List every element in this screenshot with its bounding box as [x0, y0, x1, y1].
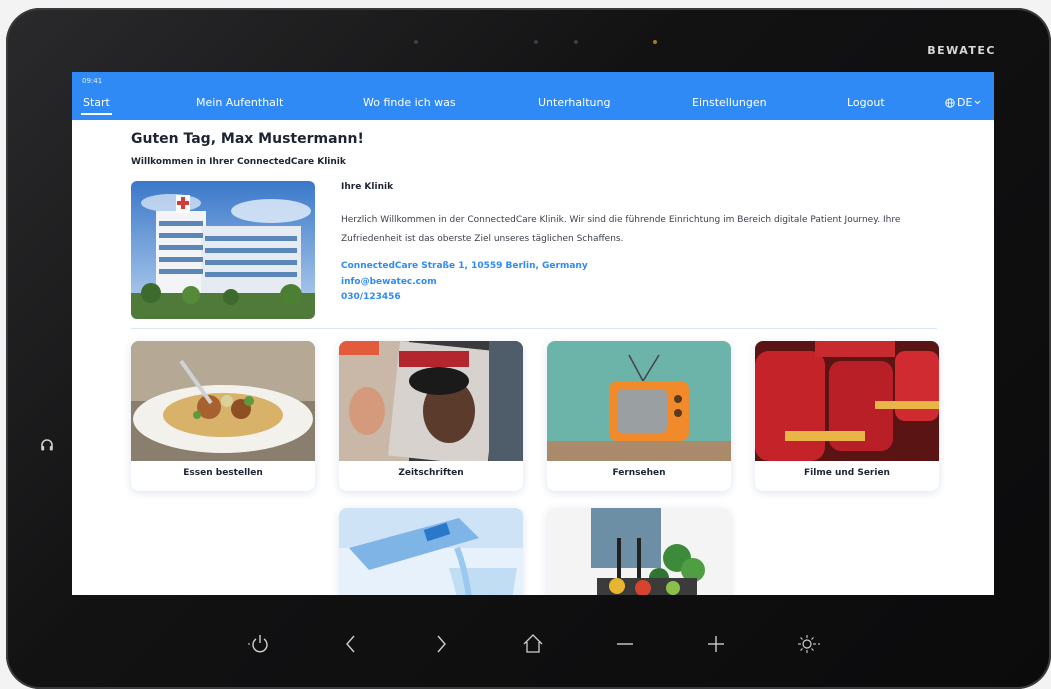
language-selector[interactable]: DE: [945, 96, 981, 109]
status-time: 09:41: [82, 77, 103, 85]
brightness-button[interactable]: [795, 631, 821, 657]
volume-down-icon: [617, 643, 633, 645]
top-navigation: 09:41 Start Mein Aufenthalt Wo finde ich…: [72, 72, 994, 120]
nav-logout[interactable]: Logout: [847, 96, 885, 109]
tile-essen-bestellen[interactable]: Essen bestellen: [131, 341, 315, 491]
back-icon: [346, 635, 355, 653]
brand-logo: BEWATEC: [927, 44, 996, 57]
chevron-down-icon: [975, 100, 981, 105]
nav-unterhaltung[interactable]: Unterhaltung: [538, 96, 610, 109]
sensor-dot: [534, 40, 538, 44]
tablet-screen: 09:41 Start Mein Aufenthalt Wo finde ich…: [72, 72, 994, 595]
sensor-dot: [414, 40, 418, 44]
forward-button[interactable]: [428, 631, 454, 657]
tile-shopping[interactable]: [547, 508, 731, 595]
section-divider: [131, 328, 937, 329]
nav-start[interactable]: Start: [81, 96, 112, 115]
power-icon: [248, 635, 268, 653]
home-icon: [523, 634, 543, 653]
nav-einstellungen[interactable]: Einstellungen: [692, 96, 767, 109]
cinema-image: [755, 341, 939, 461]
clinic-phone-link[interactable]: 030/123456: [341, 292, 401, 302]
language-label: DE: [957, 96, 973, 109]
tile-label: Filme und Serien: [804, 468, 890, 478]
clinic-email-link[interactable]: info@bewatec.com: [341, 277, 437, 287]
tile-drinks[interactable]: [339, 508, 523, 595]
water-image: [339, 508, 523, 595]
clinic-title: Ihre Klinik: [341, 182, 394, 192]
food-image: [131, 341, 315, 461]
tv-image: [547, 341, 731, 461]
camera-dot: [574, 40, 578, 44]
welcome-subtitle: Willkommen in Ihrer ConnectedCare Klinik: [131, 157, 346, 167]
volume-down-button[interactable]: [612, 631, 638, 657]
tile-label: Fernsehen: [612, 468, 666, 478]
tile-label: Zeitschriften: [398, 468, 464, 478]
forward-icon: [437, 635, 446, 653]
clinic-description: Herzlich Willkommen in der ConnectedCare…: [341, 215, 901, 244]
brightness-icon: [798, 635, 820, 653]
power-button[interactable]: [246, 631, 272, 657]
home-button[interactable]: [520, 631, 546, 657]
tile-label: Essen bestellen: [183, 468, 263, 478]
indicator-light: [653, 40, 657, 44]
tile-fernsehen[interactable]: Fernsehen: [547, 341, 731, 491]
page-title: Guten Tag, Max Mustermann!: [131, 131, 364, 147]
volume-up-button[interactable]: [703, 631, 729, 657]
globe-icon: [945, 97, 955, 108]
main-content: Guten Tag, Max Mustermann! Willkommen in…: [72, 120, 994, 595]
tile-zeitschriften[interactable]: Zeitschriften: [339, 341, 523, 491]
nav-mein-aufenthalt[interactable]: Mein Aufenthalt: [196, 96, 283, 109]
back-button[interactable]: [338, 631, 364, 657]
magazines-image: [339, 341, 523, 466]
nav-wo-finde-ich-was[interactable]: Wo finde ich was: [363, 96, 456, 109]
clinic-address-link[interactable]: ConnectedCare Straße 1, 10559 Berlin, Ge…: [341, 261, 588, 271]
clinic-photo: [131, 181, 315, 319]
headphone-icon: [40, 437, 54, 451]
volume-up-icon: [708, 636, 724, 652]
tile-filme-und-serien[interactable]: Filme und Serien: [755, 341, 939, 491]
groceries-image: [547, 508, 731, 595]
